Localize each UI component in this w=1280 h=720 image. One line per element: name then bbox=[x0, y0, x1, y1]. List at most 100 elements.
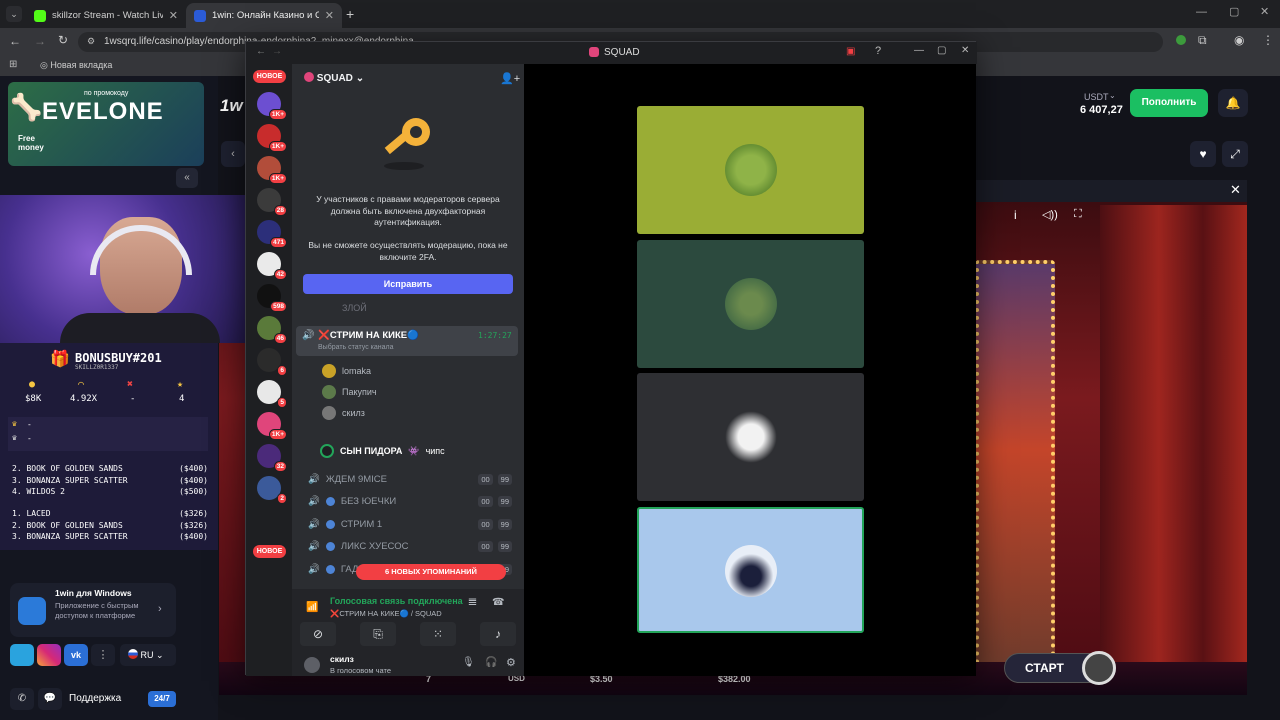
camera-off-icon[interactable]: ⊘ bbox=[300, 622, 336, 646]
game-sound-icon[interactable]: ◁)) bbox=[1042, 208, 1058, 221]
video-tile-speaking[interactable] bbox=[637, 507, 864, 633]
telegram-icon[interactable] bbox=[10, 644, 34, 666]
voice-channel-path[interactable]: ❌СТРИМ НА КИКЕ🔵 / SQUAD bbox=[330, 609, 442, 618]
disconnect-icon[interactable]: ☎ bbox=[492, 597, 504, 608]
bookmark-new-tab[interactable]: ◎ Новая вкладка bbox=[40, 60, 112, 71]
server-icon[interactable]: 42 bbox=[257, 252, 287, 280]
autospin-icon[interactable] bbox=[1082, 651, 1116, 685]
server-icon[interactable]: 46 bbox=[257, 316, 287, 344]
language-selector[interactable]: RU ⌄ bbox=[120, 644, 176, 666]
nav-forward-icon[interactable]: → bbox=[272, 46, 282, 57]
reload-icon[interactable]: ↻ bbox=[58, 33, 68, 47]
close-icon[interactable]: ✕ bbox=[1260, 5, 1269, 18]
voice-channel[interactable]: 🔊 ЖДЕМ 9MICE 00 99 bbox=[300, 469, 516, 489]
chat-icon[interactable]: 💬 bbox=[38, 688, 62, 710]
fullscreen-icon[interactable]: ⤢ bbox=[1222, 141, 1248, 167]
currency-chevron-icon[interactable]: ⌄ bbox=[1109, 91, 1116, 100]
server-icon[interactable]: 5 bbox=[257, 380, 287, 408]
user-name: lomaka bbox=[342, 366, 372, 376]
nav-back-icon[interactable]: ← bbox=[256, 46, 266, 57]
help-icon[interactable]: ? bbox=[875, 45, 881, 57]
headphones-icon[interactable]: 🎧 bbox=[485, 657, 497, 668]
channel-list: SQUAD ⌄ 👤+ У участников с правами модера… bbox=[292, 64, 524, 676]
server-icon[interactable]: 2 bbox=[257, 476, 287, 504]
tab-search-icon[interactable]: ⌄ bbox=[6, 6, 22, 22]
screen-share-icon[interactable]: ⎘ bbox=[360, 622, 396, 646]
invite-icon[interactable]: 👤+ bbox=[500, 72, 520, 85]
minimize-icon[interactable]: — bbox=[914, 45, 924, 56]
voice-user[interactable]: lomaka bbox=[322, 364, 371, 378]
status-hint[interactable]: Выбрать статус канала bbox=[318, 344, 394, 351]
windows-app-card[interactable]: 1win для Windows Приложение с быстрым до… bbox=[10, 583, 176, 637]
favorite-heart-icon[interactable]: ♥ bbox=[1190, 141, 1216, 167]
maximize-icon[interactable]: ▢ bbox=[937, 45, 946, 56]
fix-button[interactable]: Исправить bbox=[303, 274, 513, 294]
maximize-icon[interactable]: ▢ bbox=[1229, 5, 1239, 18]
site-info-icon[interactable]: ⚙ bbox=[87, 36, 95, 47]
bonus-game-name: 2. BOOK OF GOLDEN SANDS bbox=[12, 520, 123, 530]
forward-icon[interactable]: → bbox=[34, 34, 46, 48]
new-tab-icon[interactable]: + bbox=[346, 6, 354, 22]
voice-user[interactable]: Пакупич bbox=[322, 385, 377, 399]
voice-channel[interactable]: 🔊 СТРИМ 1 00 99 bbox=[300, 514, 516, 534]
server-header[interactable]: SQUAD ⌄ bbox=[304, 72, 504, 88]
new-badge[interactable]: НОВОЕ bbox=[253, 70, 286, 83]
apps-icon[interactable]: ⊞ bbox=[9, 59, 17, 70]
server-icon[interactable]: 471 bbox=[257, 220, 287, 248]
notification-bell-icon[interactable]: 🔔 bbox=[1218, 89, 1248, 117]
live-channel[interactable]: 🔊 ❌СТРИМ НА КИКЕ🔵 1:27:27 Выбрать статус… bbox=[296, 326, 518, 356]
promo-banner[interactable]: по промокоду EVELONE Free money 🦴 bbox=[8, 82, 204, 166]
user-panel[interactable]: скилз В голосовом чате 🎙 🎧 ⚙ bbox=[300, 654, 516, 676]
close-icon[interactable]: ✕ bbox=[961, 45, 969, 56]
video-tile[interactable] bbox=[637, 106, 864, 234]
server-icon[interactable]: 1K+ bbox=[257, 124, 287, 152]
server-icon[interactable]: 1K+ bbox=[257, 412, 287, 440]
deposit-button[interactable]: Пополнить bbox=[1130, 89, 1208, 117]
extension-icon[interactable] bbox=[1176, 35, 1186, 45]
instagram-icon[interactable] bbox=[37, 644, 61, 666]
new-mentions-badge[interactable]: 6 НОВЫХ УПОМИНАНИЙ bbox=[356, 564, 506, 580]
tab-close-icon[interactable]: ✕ bbox=[325, 9, 334, 22]
tab-1win[interactable]: 1win: Онлайн Казино и Ставки ✕ bbox=[186, 3, 342, 28]
balance-value[interactable]: 6 407,27 bbox=[1080, 104, 1123, 116]
voice-user[interactable]: скилз bbox=[322, 406, 365, 420]
vk-icon[interactable]: vk bbox=[64, 644, 88, 666]
server-icon[interactable]: 28 bbox=[257, 188, 287, 216]
server-icon[interactable]: 1K+ bbox=[257, 156, 287, 184]
video-tile[interactable] bbox=[637, 373, 864, 501]
inbox-icon[interactable]: ▣ bbox=[846, 46, 855, 57]
soundboard-icon[interactable]: ♪ bbox=[480, 622, 516, 646]
tab-close-icon[interactable]: ✕ bbox=[169, 9, 178, 22]
tab-kick[interactable]: skillzor Stream - Watch Live on ✕ bbox=[26, 3, 186, 28]
carousel-prev-button[interactable]: ‹ bbox=[221, 141, 245, 167]
server-icon[interactable]: 598 bbox=[257, 284, 287, 312]
menu-icon[interactable]: ⋮ bbox=[1262, 33, 1274, 47]
game-info-icon[interactable]: i bbox=[1014, 208, 1017, 222]
phone-icon[interactable]: ✆ bbox=[10, 688, 34, 710]
server-icon[interactable]: 32 bbox=[257, 444, 287, 472]
voice-actions: ⊘ ⎘ ⁙ ♪ bbox=[300, 622, 516, 646]
voice-channel[interactable]: 🔊 ЛИКС ХУЕСОС 00 99 bbox=[300, 537, 516, 557]
waveform-icon[interactable]: 𝌆 bbox=[468, 597, 477, 608]
back-icon[interactable]: ← bbox=[9, 34, 21, 48]
settings-gear-icon[interactable]: ⚙ bbox=[506, 656, 516, 669]
mic-icon[interactable]: 🎙 bbox=[462, 657, 475, 668]
minimize-icon[interactable]: — bbox=[1196, 6, 1207, 18]
video-tile[interactable] bbox=[637, 240, 864, 368]
collapse-sidebar-button[interactable]: « bbox=[176, 168, 198, 188]
server-icon[interactable]: 1K+ bbox=[257, 92, 287, 120]
speaker-user[interactable]: СЫН ПИДОРА 👾 чипс bbox=[320, 444, 445, 458]
voice-channel[interactable]: 🔊 БЕЗ ЮЕЧКИ 00 99 bbox=[300, 492, 516, 512]
more-icon[interactable]: ⋮ bbox=[91, 644, 115, 666]
server-icon[interactable]: 6 bbox=[257, 348, 287, 376]
game-fullscreen-icon[interactable]: ⛶ bbox=[1074, 208, 1082, 221]
support-label[interactable]: Поддержка bbox=[69, 693, 121, 704]
puzzle-icon[interactable]: ⧉ bbox=[1198, 33, 1207, 48]
new-badge[interactable]: НОВОЕ bbox=[253, 545, 286, 558]
game-close-icon[interactable]: ✕ bbox=[1230, 182, 1241, 198]
stat-value: - bbox=[130, 394, 136, 404]
profile-icon[interactable]: ◉ bbox=[1234, 33, 1244, 47]
activities-icon[interactable]: ⁙ bbox=[420, 622, 456, 646]
site-logo[interactable]: 1w bbox=[220, 96, 243, 116]
start-label: СТАРТ bbox=[1025, 661, 1064, 675]
